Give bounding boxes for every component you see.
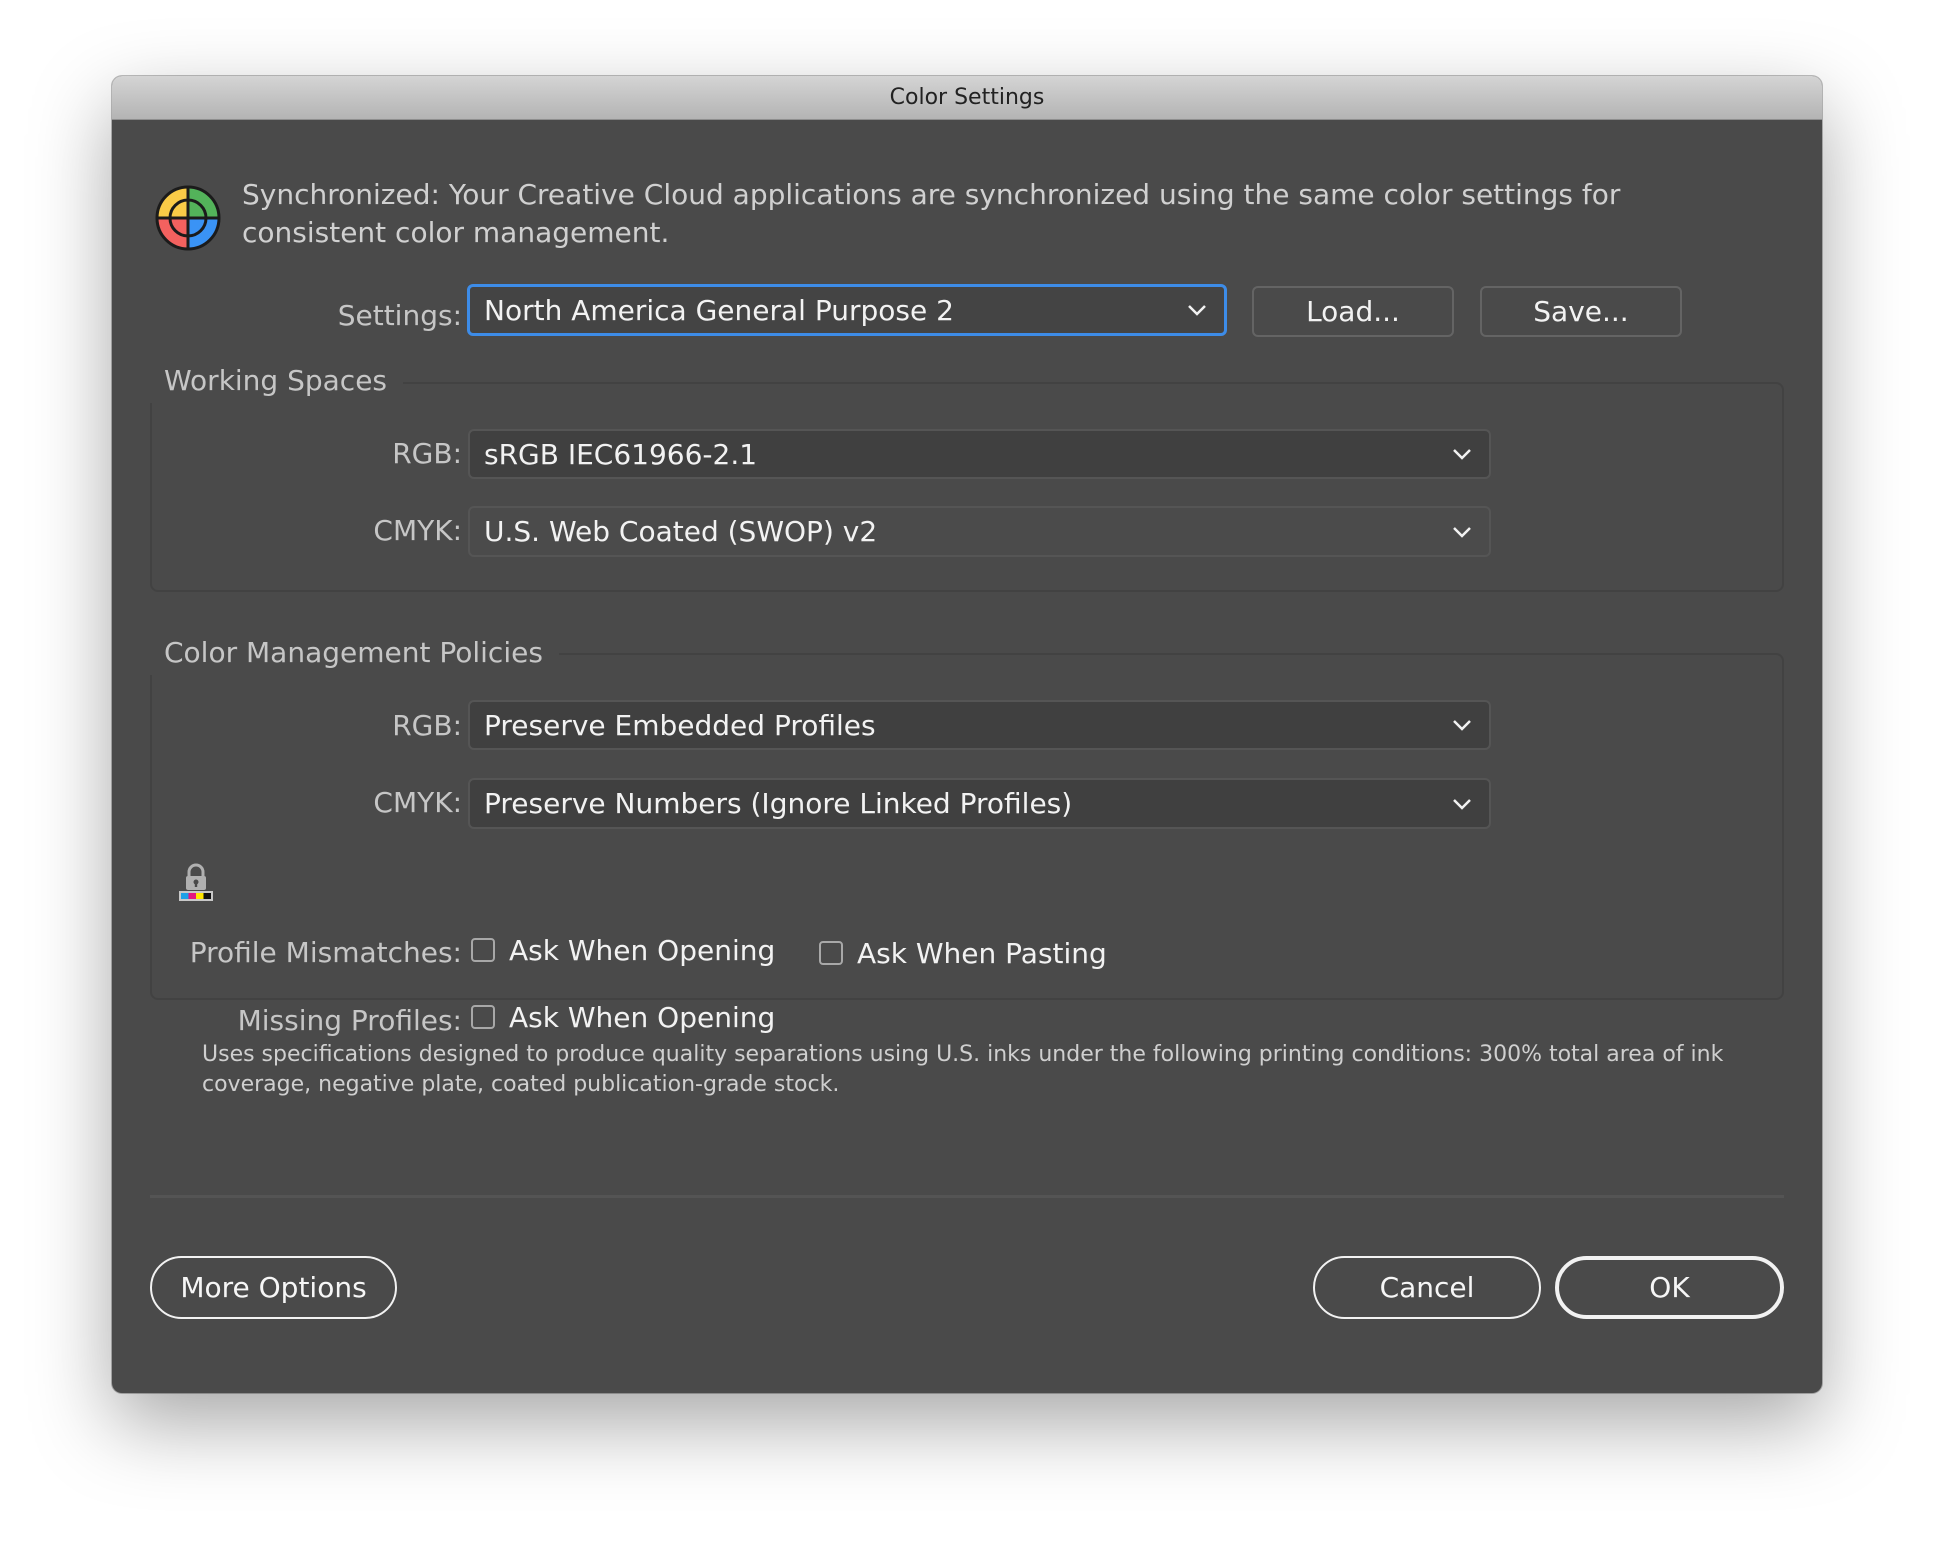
policy-cmyk-value: Preserve Numbers (Ignore Linked Profiles… (484, 787, 1073, 820)
working-rgb-dropdown[interactable]: sRGB IEC61966-2.1 (468, 429, 1491, 479)
missing-ask-opening-checkbox[interactable] (471, 1005, 495, 1029)
missing-ask-opening-option[interactable]: Ask When Opening (471, 995, 775, 1039)
chevron-down-icon (1453, 720, 1471, 731)
window-title: Color Settings (889, 85, 1045, 110)
footer-divider (150, 1195, 1784, 1198)
chevron-down-icon (1188, 305, 1206, 316)
policy-cmyk-label: CMYK: (373, 786, 462, 819)
policies-title: Color Management Policies (142, 631, 559, 675)
save-button[interactable]: Save... (1480, 286, 1682, 337)
missing-profiles-label: Missing Profiles: (237, 1004, 462, 1037)
cmyk-lock-icon (179, 863, 213, 901)
working-rgb-label: RGB: (392, 437, 462, 470)
mismatch-ask-opening-checkbox[interactable] (471, 938, 495, 962)
policy-rgb-label: RGB: (392, 709, 462, 742)
policy-rgb-dropdown[interactable]: Preserve Embedded Profiles (468, 700, 1491, 750)
load-button[interactable]: Load... (1252, 286, 1454, 337)
mismatch-ask-pasting-option[interactable]: Ask When Pasting (819, 931, 1107, 975)
working-cmyk-value: U.S. Web Coated (SWOP) v2 (484, 515, 878, 548)
chevron-down-icon (1453, 449, 1471, 460)
sync-status-message: Synchronized: Your Creative Cloud applic… (242, 178, 1621, 249)
more-options-button[interactable]: More Options (150, 1256, 397, 1319)
mismatch-ask-opening-option[interactable]: Ask When Opening (471, 928, 775, 972)
settings-label: Settings: (337, 299, 462, 332)
color-sync-icon (155, 185, 221, 251)
settings-dropdown-value: North America General Purpose 2 (484, 293, 954, 327)
settings-dropdown[interactable]: North America General Purpose 2 (467, 284, 1227, 336)
working-rgb-value: sRGB IEC61966-2.1 (484, 437, 758, 471)
missing-ask-opening-label: Ask When Opening (509, 1000, 776, 1034)
working-spaces-title: Working Spaces (142, 359, 404, 403)
working-cmyk-label: CMYK: (373, 514, 462, 547)
policy-rgb-value: Preserve Embedded Profiles (484, 708, 876, 742)
profile-mismatches-label: Profile Mismatches: (189, 936, 462, 969)
settings-description: Uses specifications designed to produce … (202, 1042, 1724, 1097)
mismatch-ask-opening-label: Ask When Opening (509, 933, 776, 967)
chevron-down-icon (1453, 526, 1471, 538)
working-cmyk-dropdown[interactable]: U.S. Web Coated (SWOP) v2 (468, 506, 1491, 557)
working-spaces-group (150, 382, 1784, 592)
mismatch-ask-pasting-checkbox[interactable] (819, 941, 843, 965)
mismatch-ask-pasting-label: Ask When Pasting (857, 936, 1107, 970)
ok-button[interactable]: OK (1555, 1256, 1784, 1319)
color-settings-dialog: Color Settings Synchronized: Your Creati… (112, 76, 1822, 1393)
cancel-button[interactable]: Cancel (1313, 1256, 1541, 1319)
chevron-down-icon (1453, 798, 1471, 810)
policy-cmyk-dropdown[interactable]: Preserve Numbers (Ignore Linked Profiles… (468, 778, 1491, 829)
title-bar[interactable]: Color Settings (112, 76, 1822, 120)
